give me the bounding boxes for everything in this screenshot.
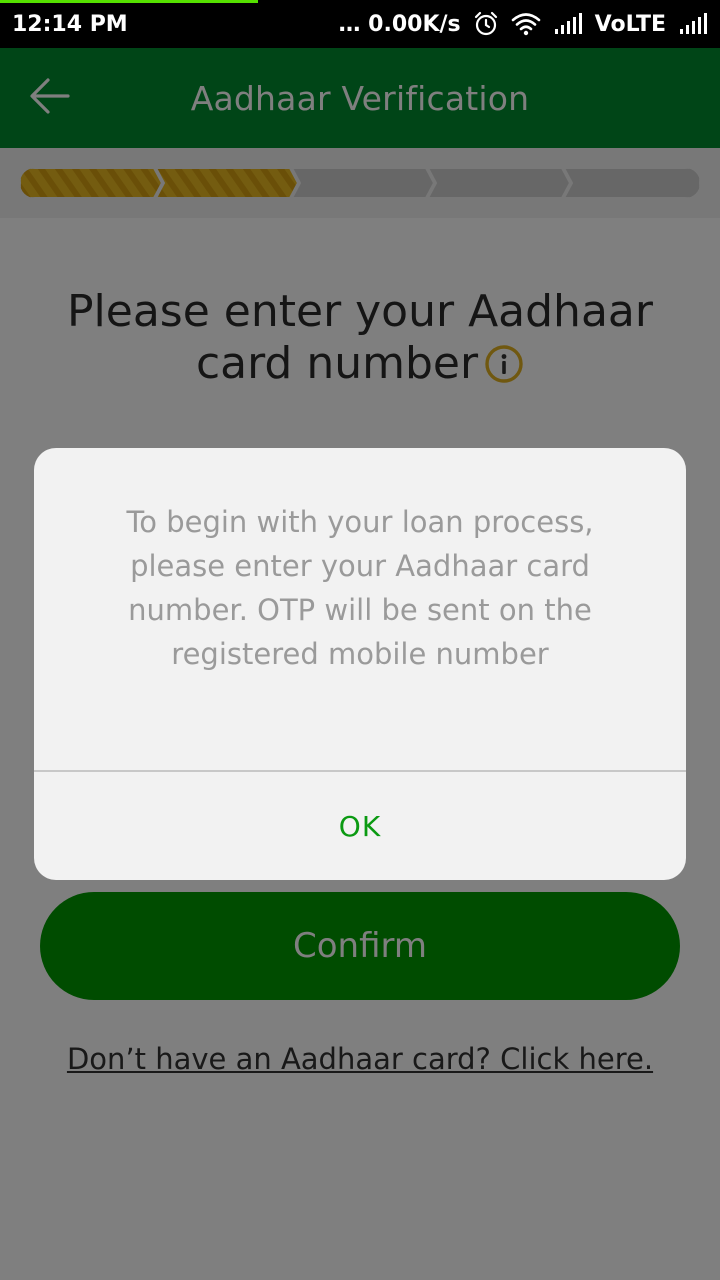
dialog-message: To begin with your loan process, please … xyxy=(126,505,594,671)
status-bar: 12:14 PM … 0.00K/s VoLTE xyxy=(0,0,720,48)
signal-icon xyxy=(678,13,708,35)
carrier-label: VoLTE xyxy=(594,11,666,37)
info-dialog: To begin with your loan process, please … xyxy=(34,448,686,880)
status-indicators: … 0.00K/s VoLTE xyxy=(339,11,708,37)
signal-icon xyxy=(553,13,583,35)
status-time: 12:14 PM xyxy=(12,11,128,37)
ok-button[interactable]: OK xyxy=(34,772,686,880)
network-speed: … 0.00K/s xyxy=(338,11,461,37)
status-progress-indicator xyxy=(0,0,258,3)
wifi-icon xyxy=(511,12,541,36)
alarm-icon xyxy=(473,11,499,37)
